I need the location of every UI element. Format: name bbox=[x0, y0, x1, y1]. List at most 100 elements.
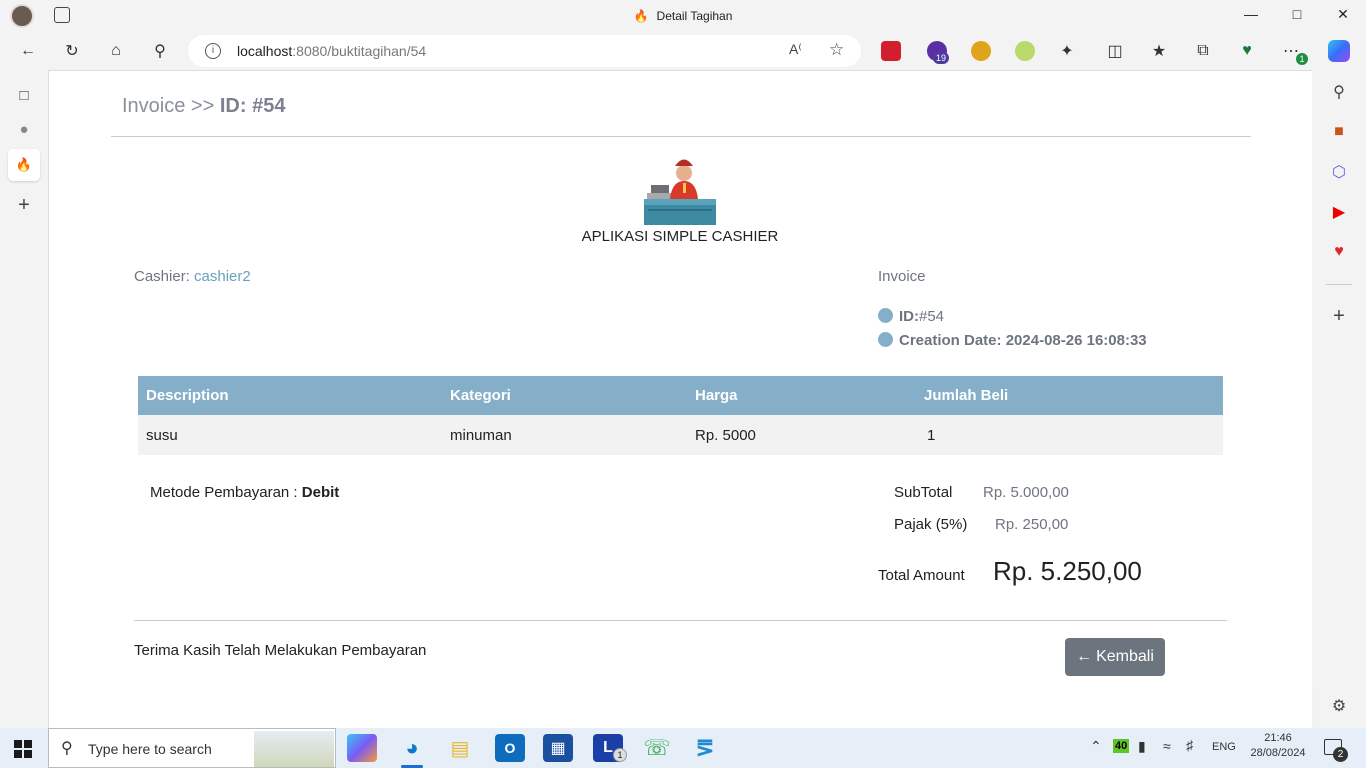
browser-title-bar: 🔥 Detail Tagihan — □ ✕ bbox=[0, 0, 1366, 32]
search-icon[interactable]: ⚲ bbox=[144, 35, 176, 67]
store-icon[interactable]: ▦ bbox=[543, 734, 573, 762]
sidebar-settings-icon[interactable]: ⚙ bbox=[1329, 696, 1349, 716]
address-bar[interactable]: i localhost:8080/buktitagihan/54 A⁽ ☆ bbox=[188, 35, 861, 67]
window-title: 🔥 Detail Tagihan bbox=[0, 9, 1366, 23]
notification-count-badge: 2 bbox=[1333, 747, 1348, 762]
collections-icon[interactable]: ⧉ bbox=[1187, 35, 1219, 67]
invoice-date-label: Creation Date: bbox=[899, 332, 1002, 349]
column-header: Kategori bbox=[442, 376, 687, 415]
url-text[interactable]: localhost:8080/buktitagihan/54 bbox=[237, 43, 426, 59]
table-cell: Rp. 5000 bbox=[687, 415, 916, 455]
battery-badge: 40 bbox=[1113, 739, 1130, 753]
page-content: Invoice >> ID: #54 APLIKASI SIMPLE CASHI… bbox=[48, 70, 1312, 728]
close-window-button[interactable]: ✕ bbox=[1328, 6, 1358, 23]
back-icon[interactable]: ← bbox=[12, 35, 44, 67]
browser-essentials-icon[interactable]: ♥ bbox=[1231, 35, 1263, 67]
tax-value: Rp. 250,00 bbox=[995, 516, 1069, 533]
app-name: APLIKASI SIMPLE CASHIER bbox=[581, 228, 779, 245]
arrow-left-icon: ← bbox=[1076, 648, 1093, 665]
windows-taskbar: ⚲ Type here to search ◕ ▤ O ▦ L 1 ☏ ⪚ ⌃ … bbox=[0, 728, 1366, 768]
column-header: Description bbox=[138, 376, 442, 415]
extension-multicolor-icon[interactable] bbox=[971, 41, 991, 61]
tools-briefcase-icon[interactable]: ■ bbox=[1329, 122, 1349, 142]
app-badge: 1 bbox=[613, 748, 627, 762]
windows-start-icon[interactable] bbox=[14, 740, 32, 758]
language-indicator[interactable]: ENG bbox=[1212, 741, 1236, 753]
cashier-logo bbox=[644, 159, 716, 225]
clock[interactable]: 21:46 28/08/2024 bbox=[1248, 732, 1308, 759]
office-icon[interactable]: ⬡ bbox=[1329, 162, 1349, 182]
new-tab-icon[interactable]: + bbox=[12, 193, 36, 217]
bullet-icon bbox=[878, 332, 893, 347]
table-cell: 1 bbox=[916, 415, 1223, 455]
thank-you-message: Terima Kasih Telah Melakukan Pembayaran bbox=[134, 642, 427, 659]
tax-label: Pajak (5%) bbox=[894, 516, 968, 533]
clock-time: 21:46 bbox=[1264, 732, 1292, 744]
maximize-button[interactable]: □ bbox=[1282, 6, 1312, 22]
tab-title: Detail Tagihan bbox=[656, 9, 733, 23]
extension-badge: 19 bbox=[933, 52, 950, 64]
whatsapp-icon[interactable]: ☏ bbox=[642, 734, 672, 762]
show-hidden-icons-icon[interactable]: ⌃ bbox=[1090, 738, 1102, 755]
bullet-icon bbox=[878, 308, 893, 323]
wifi-icon[interactable]: ≈ bbox=[1163, 738, 1171, 754]
back-button[interactable]: ← Kembali bbox=[1065, 638, 1165, 676]
favorites-icon[interactable]: ★ bbox=[1143, 35, 1175, 67]
file-explorer-icon[interactable]: ▤ bbox=[445, 734, 475, 762]
header-divider bbox=[111, 136, 1251, 137]
invoice-date-value: 2024-08-26 16:08:33 bbox=[1005, 332, 1147, 349]
flame-tab-icon[interactable]: 🔥 bbox=[12, 153, 36, 177]
outlook-icon[interactable]: O bbox=[495, 734, 525, 762]
vscode-icon[interactable]: ⪚ bbox=[690, 734, 720, 762]
battery-icon[interactable]: ▮ bbox=[1138, 738, 1146, 755]
total-label: Total Amount bbox=[878, 567, 965, 584]
breadcrumb-id: ID: #54 bbox=[219, 95, 286, 117]
cashier-label: Cashier: bbox=[134, 268, 190, 285]
add-sidebar-app-icon[interactable]: + bbox=[1329, 305, 1349, 327]
search-highlight-image bbox=[254, 731, 334, 767]
read-aloud-icon[interactable]: A⁽ bbox=[789, 41, 802, 58]
tab-actions-icon[interactable]: □ bbox=[12, 83, 36, 107]
payment-method-value: Debit bbox=[301, 484, 340, 501]
cashier-info: Cashier: cashier2 bbox=[134, 268, 251, 285]
payment-method-label: Metode Pembayaran : bbox=[150, 484, 298, 501]
clock-date: 28/08/2024 bbox=[1250, 747, 1306, 759]
table-row: susu minuman Rp. 5000 1 bbox=[138, 415, 1223, 455]
search-placeholder: Type here to search bbox=[88, 741, 212, 757]
url-path: :8080/buktitagihan/54 bbox=[292, 43, 427, 59]
column-header: Jumlah Beli bbox=[916, 376, 1223, 415]
extension-red-icon[interactable] bbox=[881, 41, 901, 61]
footer-divider bbox=[134, 620, 1227, 621]
sidebar-search-icon[interactable]: ⚲ bbox=[1329, 82, 1349, 102]
sidebar-divider bbox=[1326, 284, 1352, 285]
copilot-icon[interactable] bbox=[1328, 40, 1350, 62]
health-heart-icon[interactable]: ♥ bbox=[1329, 242, 1349, 262]
invoice-date-line: Creation Date: 2024-08-26 16:08:33 bbox=[878, 332, 1147, 349]
extensions-puzzle-icon[interactable]: ✦ bbox=[1051, 35, 1083, 67]
home-icon[interactable]: ⌂ bbox=[100, 35, 132, 67]
payment-method: Metode Pembayaran : Debit bbox=[150, 484, 339, 501]
taskbar-search-box[interactable]: ⚲ Type here to search bbox=[48, 728, 336, 768]
back-button-label: Kembali bbox=[1096, 648, 1154, 665]
flame-favicon-icon: 🔥 bbox=[633, 9, 649, 23]
invoice-id-value: #54 bbox=[919, 308, 945, 325]
table-header-row: Description Kategori Harga Jumlah Beli bbox=[138, 376, 1223, 415]
favorite-star-icon[interactable]: ☆ bbox=[829, 40, 844, 60]
copilot-taskbar-icon[interactable] bbox=[347, 734, 377, 762]
breadcrumb: Invoice >> ID: #54 bbox=[122, 95, 285, 118]
volume-icon[interactable]: ♯ bbox=[1186, 737, 1193, 753]
right-sidebar: ⚲ ■ ⬡ ▶ ♥ + ⚙ bbox=[1312, 70, 1366, 728]
split-screen-icon[interactable]: ◫ bbox=[1099, 35, 1131, 67]
table-cell: minuman bbox=[442, 415, 687, 455]
breadcrumb-prefix: Invoice >> bbox=[122, 95, 215, 117]
refresh-icon[interactable]: ↻ bbox=[56, 35, 88, 67]
total-value: Rp. 5.250,00 bbox=[993, 556, 1142, 586]
github-tab-icon[interactable]: ● bbox=[12, 117, 36, 141]
extension-key-icon[interactable] bbox=[1015, 41, 1035, 61]
invoice-id-line: ID:#54 bbox=[878, 308, 944, 325]
edge-taskbar-icon[interactable]: ◕ bbox=[397, 734, 427, 762]
site-info-icon[interactable]: i bbox=[205, 43, 221, 59]
url-host: localhost bbox=[237, 43, 293, 59]
minimize-button[interactable]: — bbox=[1236, 6, 1266, 22]
youtube-icon[interactable]: ▶ bbox=[1329, 202, 1349, 222]
